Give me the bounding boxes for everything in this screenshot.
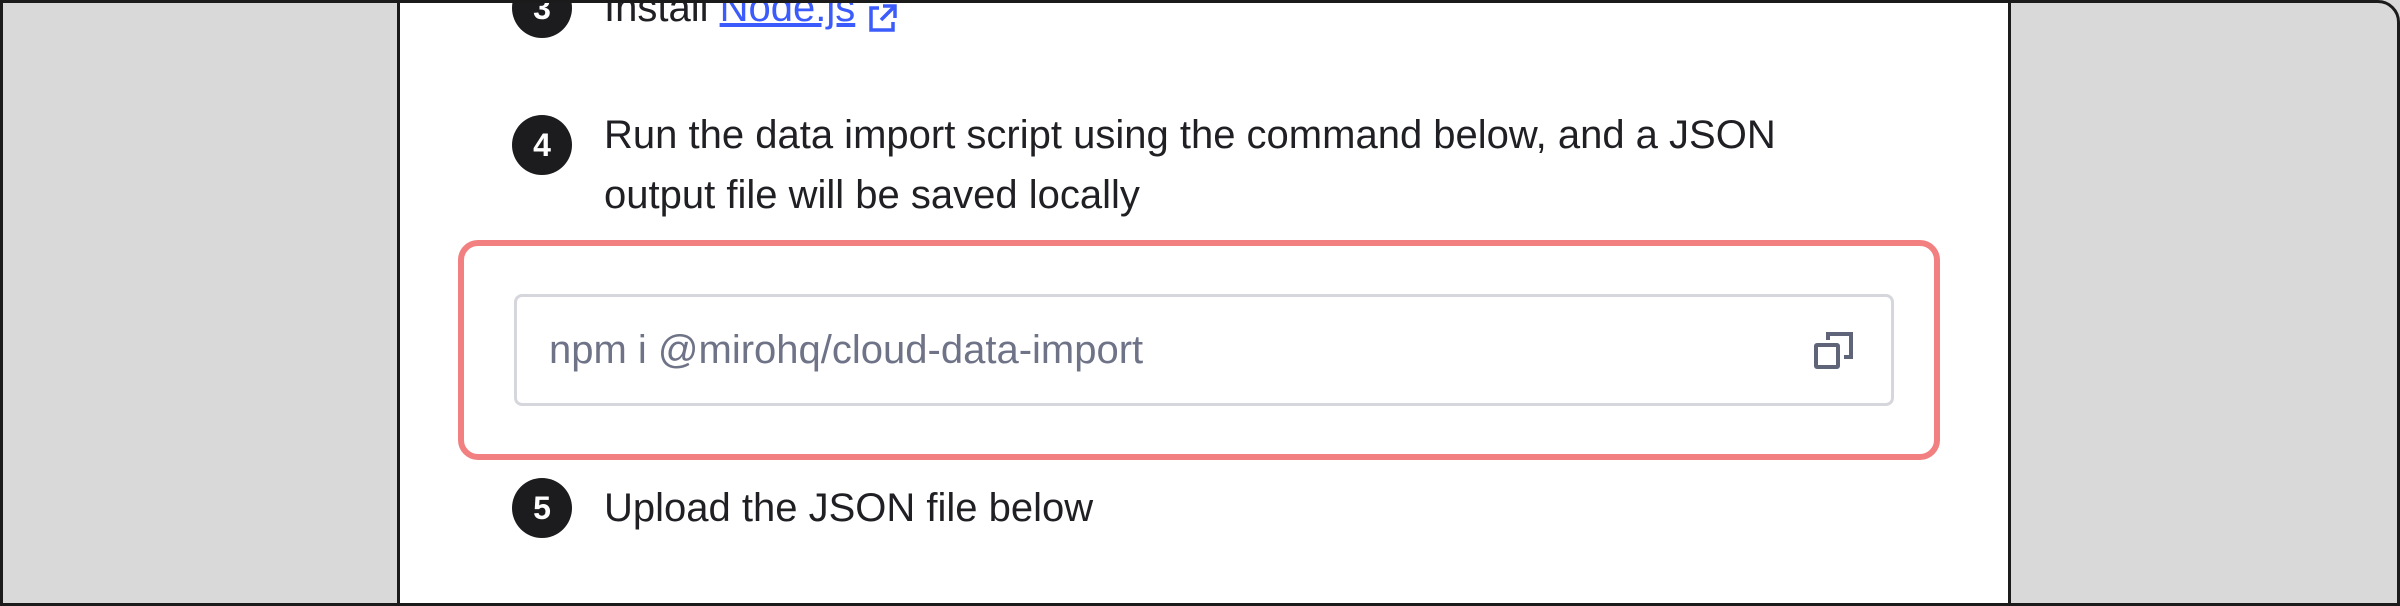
step-3-text: Install Node.js — [604, 0, 899, 38]
command-text[interactable]: npm i @mirohq/cloud-data-import — [549, 297, 1143, 403]
step-3-badge: 3 — [512, 3, 572, 38]
step-5-text: Upload the JSON file below — [604, 486, 1094, 530]
step-4-line1: Run the data import script using the com… — [604, 113, 1776, 157]
command-box: npm i @mirohq/cloud-data-import — [514, 294, 1894, 406]
step-4-line2: output file will be saved locally — [604, 173, 1140, 217]
step-4-badge: 4 — [512, 115, 572, 175]
nodejs-link[interactable]: Node.js — [720, 3, 856, 30]
copy-icon[interactable] — [1813, 330, 1855, 372]
external-link-icon[interactable] — [865, 3, 899, 33]
instructions-panel: 3 Install Node.js 4 Run the data import … — [397, 0, 2011, 603]
window-frame: 3 Install Node.js 4 Run the data import … — [0, 0, 2400, 606]
step-5-badge: 5 — [512, 478, 572, 538]
step-3-prefix: Install — [604, 0, 720, 30]
